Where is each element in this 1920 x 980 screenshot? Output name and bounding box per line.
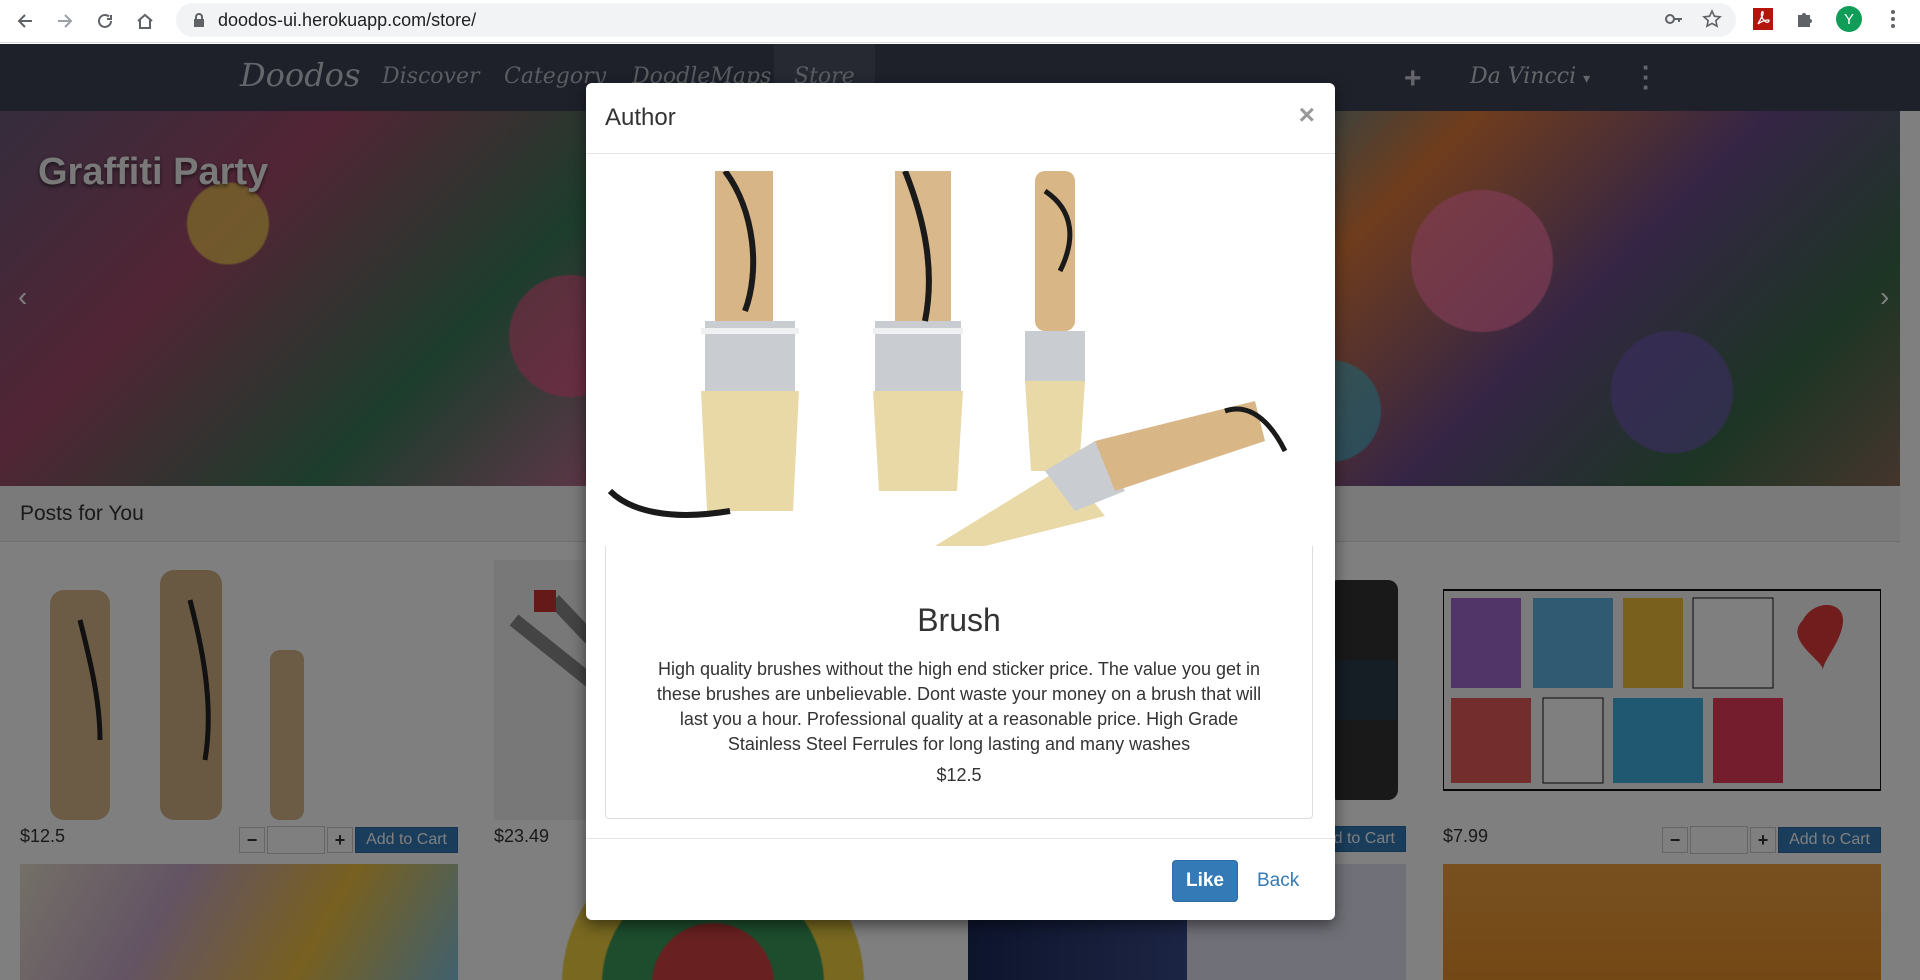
extensions-puzzle-icon[interactable]: [1794, 8, 1816, 30]
url-text: doodos-ui.herokuapp.com/store/: [218, 9, 477, 30]
key-icon[interactable]: [1664, 9, 1684, 34]
back-arrow-icon[interactable]: [10, 6, 40, 36]
modal-header: Author ×: [586, 83, 1335, 154]
pdf-extension-icon[interactable]: [1752, 8, 1774, 30]
product-card-body: Brush High quality brushes without the h…: [605, 546, 1313, 819]
like-button[interactable]: Like: [1172, 860, 1238, 902]
product-image: [605, 171, 1313, 546]
product-description: High quality brushes without the high en…: [656, 659, 1262, 754]
product-modal: Author × Brush High quality brushes with…: [586, 83, 1335, 920]
close-icon[interactable]: ×: [1299, 99, 1315, 131]
browser-toolbar: doodos-ui.herokuapp.com/store/ Y: [0, 0, 1920, 43]
star-icon[interactable]: [1702, 9, 1722, 34]
product-name: Brush: [917, 602, 1001, 638]
address-bar[interactable]: doodos-ui.herokuapp.com/store/: [176, 3, 1736, 37]
home-icon[interactable]: [130, 6, 160, 36]
profile-avatar[interactable]: Y: [1836, 6, 1862, 32]
chrome-menu-icon[interactable]: [1882, 8, 1904, 30]
reload-icon[interactable]: [90, 6, 120, 36]
back-button[interactable]: Back: [1257, 870, 1299, 892]
modal-footer: Like Back: [586, 838, 1335, 920]
product-price: $12.5: [936, 765, 982, 785]
forward-arrow-icon[interactable]: [50, 6, 80, 36]
lock-icon[interactable]: [192, 13, 206, 27]
modal-title: Author: [605, 104, 676, 131]
